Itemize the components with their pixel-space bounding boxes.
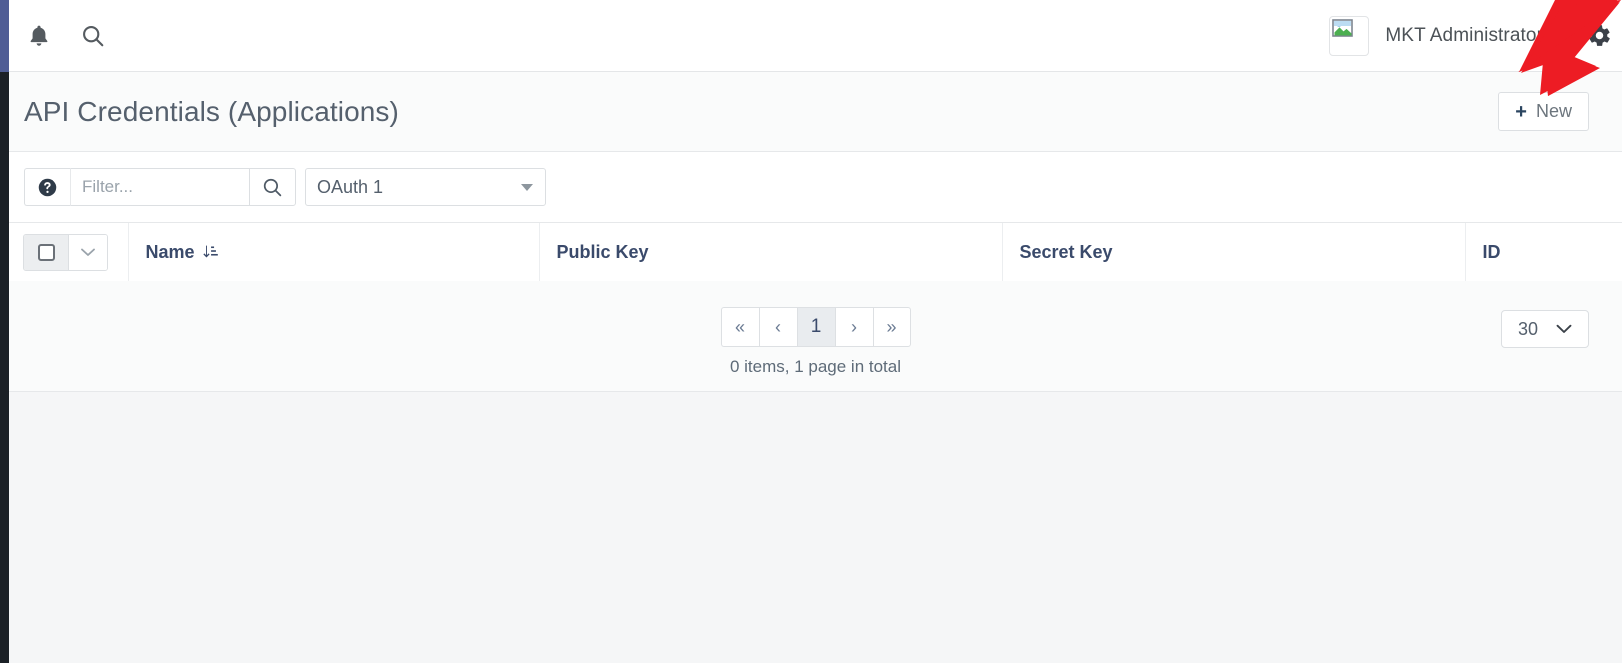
credential-type-caret-down-icon bbox=[521, 183, 533, 191]
sort-by-public-key[interactable]: Public Key bbox=[557, 242, 649, 263]
page-background bbox=[9, 392, 1622, 663]
page-size-value: 30 bbox=[1517, 318, 1539, 339]
credentials-table-container: Name Public Key Secret Key ID bbox=[9, 223, 1622, 282]
notifications-bell-icon[interactable] bbox=[23, 20, 55, 52]
user-name-label: MKT Administrator bbox=[1385, 24, 1543, 46]
table-head: Name Public Key Secret Key ID bbox=[9, 223, 1622, 281]
plus-icon: + bbox=[1515, 100, 1527, 123]
chevron-down-icon bbox=[81, 248, 95, 256]
page-size-select[interactable]: 30 bbox=[1501, 310, 1589, 348]
filter-input-group bbox=[24, 168, 296, 206]
column-label-secret-key: Secret Key bbox=[1019, 241, 1113, 262]
pagination-buttons: « ‹ 1 › » bbox=[720, 307, 911, 347]
column-select-all bbox=[9, 223, 129, 281]
page-title: API Credentials (Applications) bbox=[24, 95, 399, 127]
topbar-left-actions bbox=[9, 20, 109, 52]
column-label-id: ID bbox=[1482, 241, 1501, 262]
sort-amount-asc-icon bbox=[202, 244, 218, 260]
filter-help-icon[interactable] bbox=[24, 168, 71, 206]
select-all-checkbox[interactable] bbox=[24, 234, 69, 270]
filter-toolbar: OAuth 1 bbox=[9, 152, 1622, 223]
pagination-next-button[interactable]: › bbox=[834, 307, 873, 347]
user-menu-caret-down-icon[interactable] bbox=[1555, 32, 1567, 39]
new-button-label: New bbox=[1535, 101, 1572, 121]
top-navigation-bar: MKT Administrator bbox=[9, 0, 1622, 72]
sidebar-rail[interactable] bbox=[0, 72, 9, 663]
table-header-row: Name Public Key Secret Key ID bbox=[9, 223, 1622, 281]
column-header-name[interactable]: Name bbox=[128, 223, 540, 281]
credentials-table: Name Public Key Secret Key ID bbox=[9, 223, 1622, 281]
global-search-icon[interactable] bbox=[77, 20, 109, 52]
pagination-prev-button[interactable]: ‹ bbox=[758, 307, 797, 347]
select-all-group bbox=[23, 233, 108, 271]
page-size-chevron-down-icon bbox=[1556, 324, 1572, 334]
pagination-last-button[interactable]: » bbox=[872, 307, 911, 347]
column-header-secret-key[interactable]: Secret Key bbox=[1002, 223, 1466, 281]
topbar-right-actions: MKT Administrator bbox=[1329, 15, 1622, 56]
pagination-page-1-button[interactable]: 1 bbox=[796, 307, 835, 347]
filter-search-icon[interactable] bbox=[249, 168, 296, 206]
credential-type-value: OAuth 1 bbox=[317, 176, 384, 197]
sort-by-name[interactable]: Name bbox=[146, 242, 218, 263]
checkbox-unchecked-icon bbox=[37, 243, 55, 261]
pagination-last-label: » bbox=[886, 316, 897, 337]
page-root: MKT Administrator API Credentials (Appli… bbox=[0, 0, 1622, 663]
pagination-bar: « ‹ 1 › » 0 items, 1 page in total 30 bbox=[9, 281, 1622, 392]
column-label-public-key: Public Key bbox=[556, 241, 649, 262]
pagination-summary: 0 items, 1 page in total bbox=[729, 357, 902, 376]
pagination-first-button[interactable]: « bbox=[720, 307, 759, 347]
sidebar-rail-top bbox=[0, 0, 9, 72]
select-all-dropdown[interactable] bbox=[69, 234, 107, 270]
pagination-page-1-label: 1 bbox=[810, 316, 822, 337]
pagination-first-label: « bbox=[734, 316, 745, 337]
column-header-id[interactable]: ID bbox=[1465, 223, 1622, 281]
column-label-name: Name bbox=[145, 241, 195, 262]
sort-by-secret-key[interactable]: Secret Key bbox=[1020, 242, 1113, 263]
sort-by-id[interactable]: ID bbox=[1483, 242, 1501, 263]
pagination-next-label: › bbox=[851, 316, 857, 337]
settings-gear-icon[interactable] bbox=[1587, 23, 1612, 48]
pagination-center: « ‹ 1 › » 0 items, 1 page in total bbox=[9, 307, 1622, 377]
filter-input[interactable] bbox=[71, 168, 249, 206]
page-title-bar: API Credentials (Applications) + New bbox=[9, 72, 1622, 152]
avatar[interactable] bbox=[1329, 15, 1370, 56]
pagination-prev-label: ‹ bbox=[775, 316, 781, 337]
credential-type-select[interactable]: OAuth 1 bbox=[305, 168, 546, 206]
new-button[interactable]: + New bbox=[1498, 92, 1589, 131]
column-header-public-key[interactable]: Public Key bbox=[539, 223, 1003, 281]
